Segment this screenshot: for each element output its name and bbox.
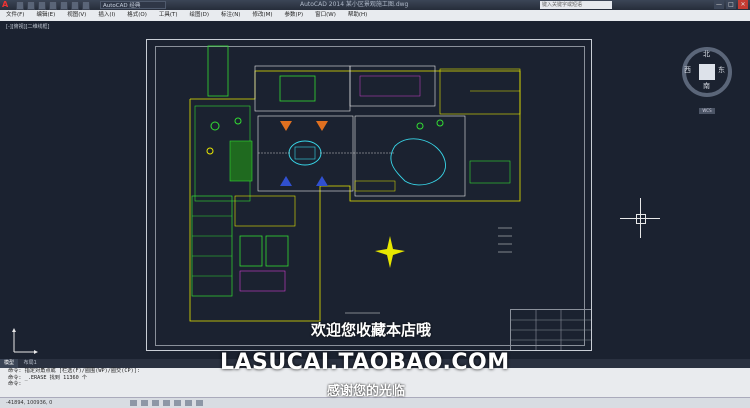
osnap-icon[interactable] [174,400,181,406]
wcs-menu[interactable]: WCS [699,108,715,114]
redo-icon[interactable] [82,1,90,10]
ortho-icon[interactable] [152,400,159,406]
snap-icon[interactable] [130,400,137,406]
viewcube-south[interactable]: 南 [703,81,710,91]
menu-window[interactable]: 窗口(W) [309,10,342,21]
new-icon[interactable] [16,1,24,10]
menu-file[interactable]: 文件(F) [0,10,30,21]
viewcube-ring[interactable]: 北 南 东 西 [682,47,732,97]
viewcube-east[interactable]: 东 [718,65,725,75]
menu-dimension[interactable]: 标注(N) [215,10,246,21]
status-toggles [130,400,203,406]
ucs-icon [12,328,38,354]
overlay-caption-3: 感谢您的光临 [327,384,406,399]
pickbox [636,214,646,224]
viewcube-north[interactable]: 北 [703,49,710,59]
close-button[interactable]: ✕ [738,0,748,9]
title-bar: A AutoCAD 经典 AutoCAD 2014 某小区景观施工图.dwg 键… [0,0,750,10]
menu-parametric[interactable]: 参数(P) [279,10,310,21]
save-icon[interactable] [38,1,46,10]
overlay-caption-2: LASUCAI.TAOBAO.COM [220,350,510,375]
site-plan-drawing [189,45,521,322]
drawing-canvas[interactable]: [-][俯视][二维线框] 北 南 东 西 WCS [0,21,750,359]
search-input[interactable]: 键入关键字或短语 [540,1,612,9]
window-title: AutoCAD 2014 某小区景观施工图.dwg [300,1,409,8]
save-as-icon[interactable] [49,1,57,10]
menu-modify[interactable]: 修改(M) [246,10,278,21]
viewcube-icon[interactable] [699,64,715,80]
otrack-icon[interactable] [185,400,192,406]
north-arrow-symbol [375,236,405,268]
grid-icon[interactable] [141,400,148,406]
open-icon[interactable] [27,1,35,10]
minimize-button[interactable]: — [714,0,724,9]
workspace-select[interactable]: AutoCAD 经典 [100,1,166,9]
tab-layout1[interactable]: 布局1 [20,359,41,368]
maximize-button[interactable]: □ [726,0,736,9]
menu-format[interactable]: 格式(O) [121,10,153,21]
tab-model[interactable]: 模型 [0,359,19,368]
viewcube-west[interactable]: 西 [684,65,691,75]
menu-insert[interactable]: 插入(I) [92,10,121,21]
undo-icon[interactable] [71,1,79,10]
polar-icon[interactable] [163,400,170,406]
menu-tools[interactable]: 工具(T) [153,10,184,21]
window-controls: — □ ✕ [714,0,748,9]
quick-access-toolbar [16,1,90,10]
autocad-logo-icon[interactable]: A [2,0,14,10]
menu-view[interactable]: 视图(V) [61,10,92,21]
menu-help[interactable]: 帮助(H) [342,10,373,21]
plot-icon[interactable] [60,1,68,10]
menu-draw[interactable]: 绘图(D) [184,10,216,21]
overlay-caption-1: 欢迎您收藏本店哦 [311,321,432,339]
lineweight-icon[interactable] [196,400,203,406]
menu-edit[interactable]: 编辑(E) [30,10,61,21]
